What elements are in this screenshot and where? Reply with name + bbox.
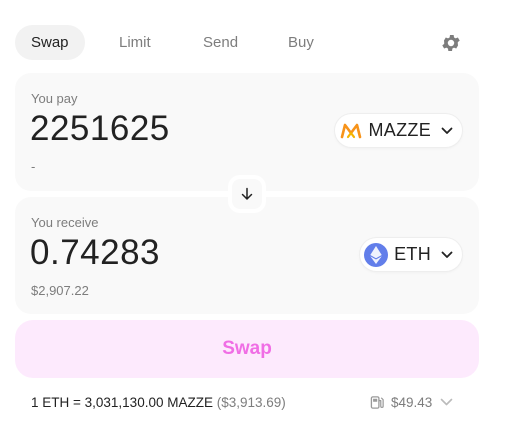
pay-token-selector[interactable]: MAZZE — [334, 114, 462, 147]
exchange-rate[interactable]: 1 ETH = 3,031,130.00 MAZZE ($3,913.69) — [31, 395, 286, 410]
chevron-down-icon — [441, 127, 453, 134]
pay-panel: You pay 2251625 - MAZZE — [15, 73, 479, 191]
arrow-down-icon — [241, 187, 253, 200]
chevron-down-icon — [441, 251, 453, 258]
network-fee[interactable]: $49.43 — [370, 393, 453, 411]
swap-tabs: Swap Limit Send Buy — [15, 25, 475, 60]
gas-pump-icon — [370, 395, 384, 409]
eth-logo-icon — [364, 242, 389, 267]
receive-token-symbol: ETH — [394, 244, 431, 264]
receive-usd-value: $2,907.22 — [31, 283, 89, 298]
tab-swap[interactable]: Swap — [15, 25, 85, 60]
mazze-logo-icon — [339, 119, 363, 143]
receive-amount-input[interactable]: 0.74283 — [30, 233, 160, 273]
network-fee-value: $49.43 — [391, 394, 433, 410]
tab-buy[interactable]: Buy — [288, 25, 314, 60]
chevron-down-icon — [440, 398, 453, 406]
receive-label: You receive — [31, 215, 99, 230]
receive-token-selector[interactable]: ETH — [360, 238, 462, 271]
pay-usd-value: - — [31, 159, 36, 174]
tab-send[interactable]: Send — [203, 25, 238, 60]
exchange-rate-text: 1 ETH = 3,031,130.00 MAZZE — [31, 395, 213, 410]
receive-panel: You receive 0.74283 $2,907.22 ETH — [15, 197, 479, 314]
gear-icon[interactable] — [440, 32, 462, 54]
tab-limit[interactable]: Limit — [119, 25, 151, 60]
pay-label: You pay — [31, 91, 78, 106]
pay-token-symbol: MAZZE — [368, 120, 431, 140]
flip-tokens-button[interactable] — [228, 175, 266, 213]
pay-amount-input[interactable]: 2251625 — [30, 109, 170, 149]
swap-button[interactable]: Swap — [15, 320, 479, 378]
exchange-rate-usd: ($3,913.69) — [216, 395, 286, 410]
